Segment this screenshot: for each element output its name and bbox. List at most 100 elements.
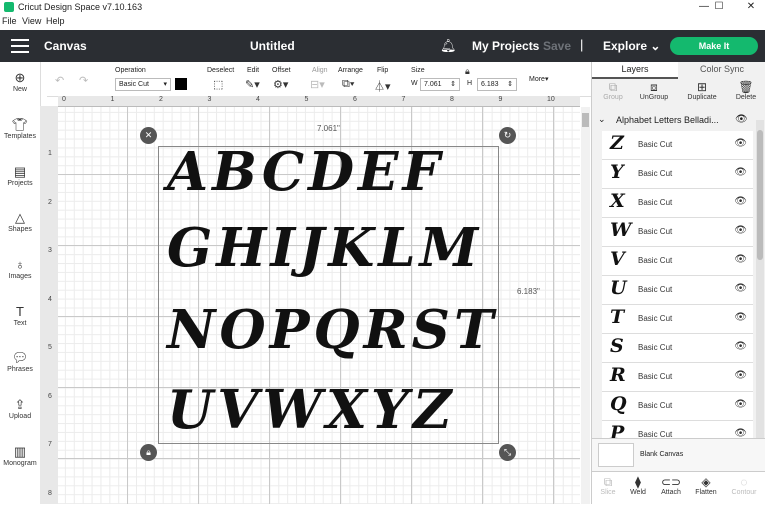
sidebar-item-shapes[interactable]: △ Shapes bbox=[0, 210, 40, 233]
selection-box[interactable]: ABCDEF GHIJKLM NOPQRST UVWXYZ bbox=[158, 141, 499, 444]
menu-view[interactable]: View bbox=[22, 16, 41, 26]
tab-layers[interactable]: Layers bbox=[592, 62, 678, 79]
redo-icon[interactable]: ↷ bbox=[79, 74, 88, 87]
sidebar-item-monogram[interactable]: ▥ Monogram bbox=[0, 444, 40, 467]
attach-button[interactable]: ⊂⊃ Attach bbox=[653, 475, 689, 496]
eye-icon[interactable]: 👁︎ bbox=[734, 167, 747, 178]
sidebar-item-upload[interactable]: ⇪ Upload bbox=[0, 397, 40, 420]
delete-label: Delete bbox=[735, 94, 757, 101]
close-window-button[interactable]: ✕ bbox=[737, 0, 765, 14]
eye-icon[interactable]: 👁︎ bbox=[734, 399, 747, 410]
duplicate-button[interactable]: ⊞ Duplicate bbox=[684, 80, 720, 101]
tab-color-sync[interactable]: Color Sync bbox=[678, 62, 765, 77]
menu-help[interactable]: Help bbox=[46, 16, 65, 26]
flip-icon[interactable]: ⏃▾ bbox=[374, 78, 391, 94]
canvas-scrollbar[interactable] bbox=[581, 107, 590, 504]
layer-row[interactable]: W Basic Cut 👁︎ bbox=[602, 218, 753, 247]
layer-row[interactable]: R Basic Cut 👁︎ bbox=[602, 363, 753, 392]
sidebar-item-new[interactable]: ⊕ New bbox=[0, 70, 40, 93]
undo-icon[interactable]: ↶ bbox=[55, 74, 64, 87]
letter-row-2: GHIJKLM bbox=[167, 217, 483, 279]
arrange-icon[interactable]: ⧉▾ bbox=[342, 78, 354, 91]
lock-handle-icon[interactable]: 🔒︎ bbox=[140, 444, 157, 461]
offset-icon[interactable]: ⚙▾ bbox=[273, 78, 288, 91]
scrollbar-thumb[interactable] bbox=[757, 130, 763, 260]
height-input[interactable]: 6.183 ⇕ bbox=[477, 78, 517, 91]
width-value: 7.061 bbox=[424, 81, 442, 88]
layer-row[interactable]: Y Basic Cut 👁︎ bbox=[602, 160, 753, 189]
delete-handle-icon[interactable]: ✕ bbox=[140, 127, 157, 144]
rotate-handle-icon[interactable]: ↻ bbox=[499, 127, 516, 144]
group-collapse-icon[interactable]: ⌄ bbox=[598, 114, 606, 125]
eye-icon[interactable]: 👁︎ bbox=[734, 138, 747, 149]
make-it-button[interactable]: Make It bbox=[670, 37, 758, 55]
ruler-tick-label: 1 bbox=[48, 150, 52, 157]
width-label: W bbox=[411, 80, 418, 87]
operation-label: Operation bbox=[115, 67, 146, 74]
layer-thumbnail: S bbox=[610, 335, 624, 357]
bell-icon[interactable]: 🔔︎ bbox=[440, 38, 457, 54]
flatten-button[interactable]: ◈ Flatten bbox=[688, 475, 724, 496]
canvas-swatch[interactable] bbox=[598, 443, 634, 467]
eye-icon[interactable]: 👁︎ bbox=[734, 225, 747, 236]
blank-canvas-row[interactable]: Blank Canvas bbox=[592, 438, 765, 471]
width-input[interactable]: 7.061 ⇕ bbox=[420, 78, 460, 91]
project-title[interactable]: Untitled bbox=[250, 39, 295, 53]
sidebar-item-phrases[interactable]: 💬︎ Phrases bbox=[0, 350, 40, 373]
sidebar-item-images[interactable]: ♁ Images bbox=[0, 257, 40, 280]
more-menu[interactable]: More▾ bbox=[529, 75, 548, 83]
eye-icon[interactable]: 👁︎ bbox=[734, 341, 747, 352]
group-name[interactable]: Alphabet Letters Belladi... bbox=[616, 115, 719, 125]
height-readout: 6.183" bbox=[517, 287, 540, 296]
chevron-down-icon: ▾ bbox=[163, 81, 167, 88]
explore-dropdown[interactable]: Explore ⌄ bbox=[603, 39, 660, 53]
deselect-icon[interactable]: ⬚ bbox=[213, 78, 223, 91]
sidebar-item-projects[interactable]: ▤ Projects bbox=[0, 164, 40, 187]
ruler-tick-label: 1 bbox=[110, 96, 115, 103]
letter-row-1: ABCDEF bbox=[167, 141, 445, 203]
menu-file[interactable]: File bbox=[2, 16, 17, 26]
layer-row[interactable]: T Basic Cut 👁︎ bbox=[602, 305, 753, 334]
window-title-bar: Cricut Design Space v7.10.163 — ☐ ✕ bbox=[0, 0, 765, 14]
maximize-button[interactable]: ☐ bbox=[705, 0, 733, 14]
layer-row[interactable]: S Basic Cut 👁︎ bbox=[602, 334, 753, 363]
eye-icon[interactable]: 👁︎ bbox=[734, 196, 747, 207]
sidebar-item-templates[interactable]: 👕︎ Templates bbox=[0, 117, 40, 140]
ruler-tick-label: 8 bbox=[450, 96, 454, 103]
scrollbar-thumb[interactable] bbox=[582, 113, 589, 127]
layer-name: Basic Cut bbox=[638, 169, 673, 178]
resize-handle-icon[interactable]: ⤡ bbox=[499, 444, 516, 461]
operation-select[interactable]: Basic Cut ▾ bbox=[115, 78, 171, 91]
ungroup-button[interactable]: ⧈ UnGroup bbox=[636, 80, 672, 101]
layer-row[interactable]: Z Basic Cut 👁︎ bbox=[602, 131, 753, 160]
align-icon[interactable]: ⊟▾ bbox=[310, 78, 325, 91]
hamburger-menu-icon[interactable] bbox=[11, 39, 29, 53]
weld-button[interactable]: ⧫ Weld bbox=[620, 475, 656, 496]
group-button[interactable]: ⧉ Group bbox=[595, 80, 631, 101]
ruler-horizontal: 0 1 2 3 4 5 6 7 8 9 10 bbox=[58, 96, 580, 107]
layer-row[interactable]: U Basic Cut 👁︎ bbox=[602, 276, 753, 305]
layer-thumbnail: V bbox=[610, 248, 625, 270]
edit-pen-icon[interactable]: ✎▾ bbox=[245, 78, 260, 91]
eye-icon[interactable]: 👁︎ bbox=[734, 254, 747, 265]
edit-label: Edit bbox=[247, 67, 260, 74]
layer-row[interactable]: V Basic Cut 👁︎ bbox=[602, 247, 753, 276]
delete-button[interactable]: 🗑︎ Delete bbox=[728, 80, 764, 101]
eye-icon[interactable]: 👁︎ bbox=[734, 283, 747, 294]
sidebar-item-text[interactable]: T Text bbox=[0, 304, 40, 327]
deselect-label: Deselect bbox=[207, 67, 235, 74]
color-swatch[interactable] bbox=[175, 78, 187, 90]
shapes-icon: △ bbox=[15, 210, 25, 225]
lock-icon[interactable]: 🔒︎ bbox=[465, 66, 470, 77]
eye-icon[interactable]: 👁︎ bbox=[734, 370, 747, 381]
sidebar-item-label: Monogram bbox=[3, 460, 37, 467]
contour-button[interactable]: ◌ Contour bbox=[726, 475, 762, 496]
sidebar-item-label: Upload bbox=[8, 413, 32, 420]
height-label: H bbox=[467, 80, 473, 87]
eye-icon[interactable]: 👁︎ bbox=[734, 312, 747, 323]
eye-icon[interactable]: 👁︎ bbox=[735, 114, 748, 125]
layer-row[interactable]: X Basic Cut 👁︎ bbox=[602, 189, 753, 218]
my-projects-link[interactable]: My Projects bbox=[472, 39, 539, 53]
layer-row[interactable]: Q Basic Cut 👁︎ bbox=[602, 392, 753, 421]
save-button[interactable]: Save bbox=[543, 39, 571, 53]
